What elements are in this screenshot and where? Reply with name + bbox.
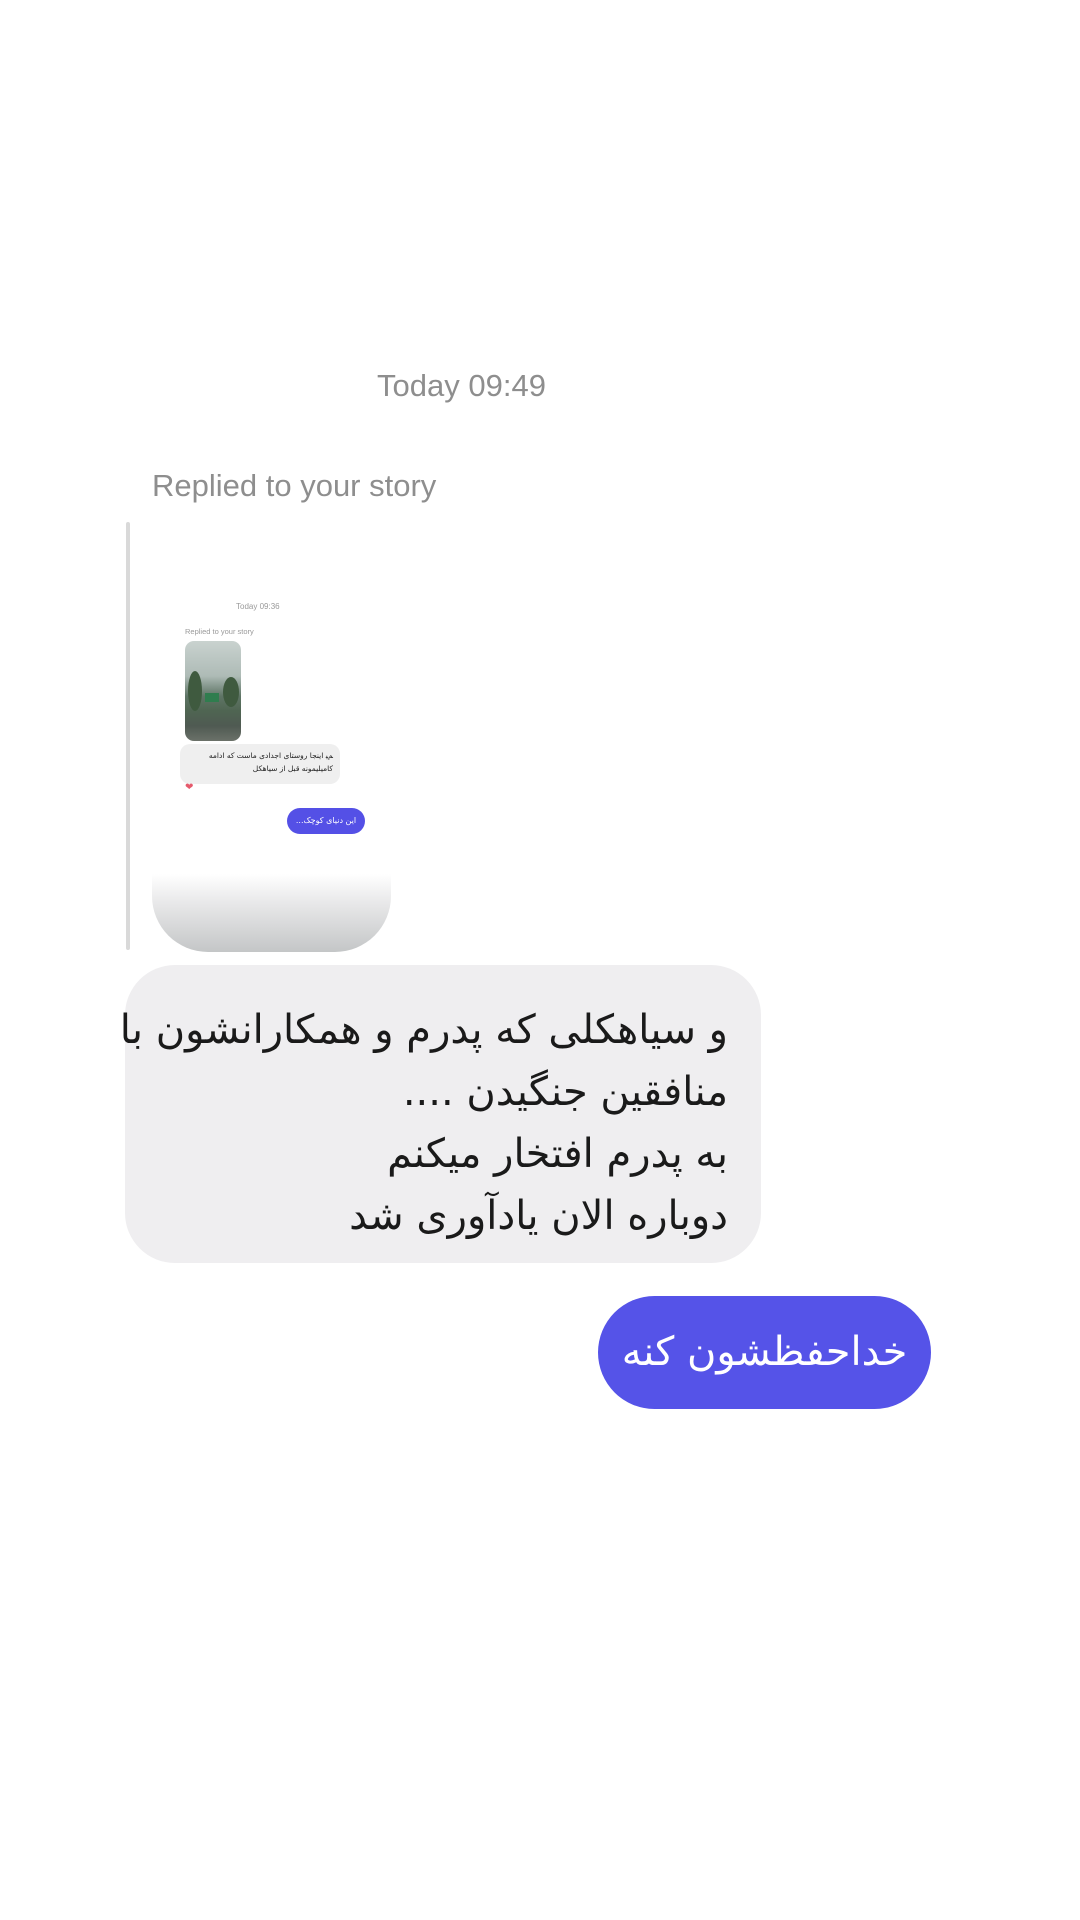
- received-message-line: به پدرم افتخار میکنم: [387, 1131, 728, 1177]
- story-preview[interactable]: Today 09:36 Replied to your story ﻢﯿ این…: [152, 522, 391, 952]
- received-message-line: منافقین جنگیدن ....: [402, 1069, 728, 1115]
- story-preview-replied-label: Replied to your story: [185, 627, 254, 636]
- story-preview-timestamp: Today 09:36: [236, 602, 280, 611]
- story-reply-label: Replied to your story: [152, 468, 437, 503]
- received-message-bubble[interactable]: و سیاهکلی که پدرم و همکارانشون با منافقی…: [119, 965, 761, 1263]
- story-preview-photo: [185, 641, 241, 741]
- heart-icon: ❤: [185, 782, 194, 793]
- story-preview-message: ﻢﯿ اینجا روستای اجدادی ماست که ادامه کام…: [180, 744, 340, 784]
- story-preview-sent-message: این دنیای کوچک...: [287, 808, 365, 834]
- received-message-line: و سیاهکلی که پدرم و همکارانشون با: [119, 1007, 728, 1053]
- message-timestamp: Today 09:49: [377, 368, 546, 403]
- reply-indicator-bar: [126, 522, 130, 950]
- received-message-line: دوباره الان یادآوری شد: [349, 1193, 728, 1239]
- sent-message-bubble[interactable]: خداحفظشون کنه: [598, 1296, 931, 1409]
